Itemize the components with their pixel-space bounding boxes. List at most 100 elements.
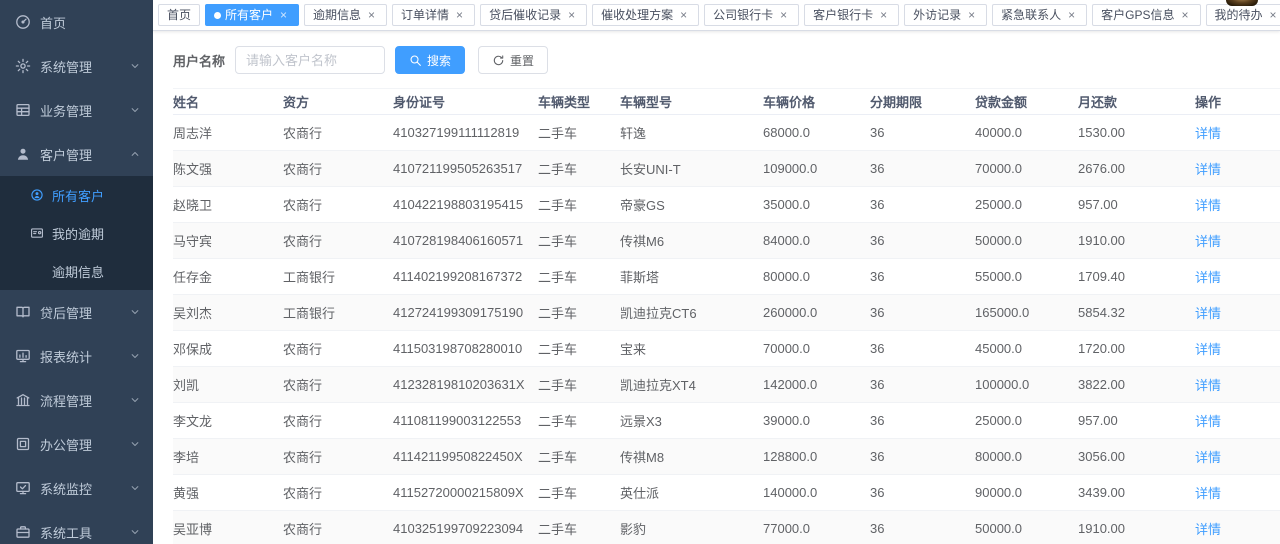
table-cell: 刘凯	[173, 367, 283, 403]
table-cell: 140000.0	[763, 475, 870, 511]
sidebar-item-报表统计[interactable]: 报表统计	[0, 334, 153, 378]
tab-逾期信息[interactable]: 逾期信息×	[304, 4, 387, 26]
detail-link[interactable]: 详情	[1195, 414, 1221, 429]
tab-客户GPS信息[interactable]: 客户GPS信息×	[1092, 4, 1200, 26]
tab-close-icon[interactable]: ×	[1065, 9, 1078, 22]
table-cell: 赵晓卫	[173, 187, 283, 223]
tab-close-icon[interactable]: ×	[965, 9, 978, 22]
detail-link[interactable]: 详情	[1195, 342, 1221, 357]
search-toolbar: 用户名称 搜索 重置	[173, 45, 1260, 75]
sidebar-item-系统管理[interactable]: 系统管理	[0, 44, 153, 88]
table-cell: 陈文强	[173, 151, 283, 187]
tab-close-icon[interactable]: ×	[1179, 9, 1192, 22]
tab-订单详情[interactable]: 订单详情 ×	[392, 4, 475, 26]
table-cell: 109000.0	[763, 151, 870, 187]
column-header-月还款: 月还款	[1078, 89, 1195, 115]
table-cell: 农商行	[283, 115, 393, 151]
tab-公司银行卡[interactable]: 公司银行卡×	[704, 4, 799, 26]
table-cell: 远景X3	[620, 403, 763, 439]
sidebar-item-系统监控[interactable]: 系统监控	[0, 466, 153, 510]
detail-link[interactable]: 详情	[1195, 126, 1221, 141]
sidebar-item-流程管理[interactable]: 流程管理	[0, 378, 153, 422]
tab-所有客户[interactable]: 所有客户×	[205, 4, 299, 26]
sidebar-item-客户管理[interactable]: 客户管理	[0, 132, 153, 176]
table-cell: 帝豪GS	[620, 187, 763, 223]
tab-close-icon[interactable]: ×	[365, 9, 378, 22]
detail-link[interactable]: 详情	[1195, 234, 1221, 249]
tab-close-icon[interactable]: ×	[453, 9, 466, 22]
sidebar-item-办公管理[interactable]: 办公管理	[0, 422, 153, 466]
tab-close-icon[interactable]: ×	[777, 9, 790, 22]
sidebar-item-首页[interactable]: 首页	[0, 0, 153, 44]
detail-link[interactable]: 详情	[1195, 450, 1221, 465]
table-cell: 农商行	[283, 367, 393, 403]
chevron-down-icon	[129, 526, 141, 538]
table-cell: 影豹	[620, 511, 763, 544]
tab-label: 催收处理方案	[601, 9, 673, 21]
dashboard-icon	[15, 14, 31, 30]
table-cell: 100000.0	[975, 367, 1078, 403]
reset-button[interactable]: 重置	[478, 46, 548, 74]
detail-link[interactable]: 详情	[1195, 378, 1221, 393]
detail-link[interactable]: 详情	[1195, 162, 1221, 177]
tab-close-icon[interactable]: ×	[565, 9, 578, 22]
search-input[interactable]	[235, 46, 385, 74]
detail-link[interactable]: 详情	[1195, 198, 1221, 213]
detail-link[interactable]: 详情	[1195, 270, 1221, 285]
users-icon	[30, 188, 44, 202]
tab-贷后催收记录[interactable]: 贷后催收记录×	[480, 4, 587, 26]
tab-客户银行卡[interactable]: 客户银行卡×	[804, 4, 899, 26]
table-cell: 41152720000215809X	[393, 475, 538, 511]
table-cell: 二手车	[538, 187, 620, 223]
chart-icon	[15, 348, 31, 364]
tab-close-icon[interactable]: ×	[877, 9, 890, 22]
tab-label: 订单详情	[401, 9, 449, 21]
customers-table: 姓名资方身份证号车辆类型车辆型号车辆价格分期期限贷款金额月还款操作 周志洋农商行…	[173, 88, 1280, 544]
table-cell: 凯迪拉克XT4	[620, 367, 763, 403]
table-cell: 二手车	[538, 475, 620, 511]
table-cell: 411081199003122553	[393, 403, 538, 439]
tab-close-icon[interactable]: ×	[277, 9, 290, 22]
sidebar-item-label: 报表统计	[40, 347, 129, 366]
table-cell: 410422198803195415	[393, 187, 538, 223]
table-cell: 二手车	[538, 295, 620, 331]
table-cell: 1910.00	[1078, 223, 1195, 259]
table-row: 周志洋农商行410327199111112819二手车轩逸68000.03640…	[173, 115, 1280, 151]
tab-紧急联系人[interactable]: 紧急联系人×	[992, 4, 1087, 26]
sidebar-item-label: 客户管理	[40, 145, 129, 164]
tab-close-icon[interactable]: ×	[1267, 9, 1280, 22]
sidebar-item-业务管理[interactable]: 业务管理	[0, 88, 153, 132]
table-cell: 412724199309175190	[393, 295, 538, 331]
table-cell: 工商银行	[283, 295, 393, 331]
tab-我的待办[interactable]: 我的待办×	[1206, 4, 1280, 26]
sidebar-item-系统工具[interactable]: 系统工具	[0, 510, 153, 544]
sidebar-item-所有客户[interactable]: 所有客户	[0, 176, 153, 214]
table-cell: 农商行	[283, 403, 393, 439]
sidebar-item-贷后管理[interactable]: 贷后管理	[0, 290, 153, 334]
tab-首页[interactable]: 首页	[158, 4, 200, 26]
table-row: 李培农商行41142119950822450X二手车传祺M8128800.036…	[173, 439, 1280, 475]
table-cell: 宝来	[620, 331, 763, 367]
detail-link[interactable]: 详情	[1195, 306, 1221, 321]
tab-close-icon[interactable]: ×	[677, 9, 690, 22]
sidebar-item-我的逾期[interactable]: 我的逾期	[0, 214, 153, 252]
table-cell: 1910.00	[1078, 511, 1195, 544]
office-icon	[15, 436, 31, 452]
sidebar-item-逾期信息[interactable]: 逾期信息	[0, 252, 153, 290]
detail-link[interactable]: 详情	[1195, 522, 1221, 537]
sidebar-item-label: 逾期信息	[52, 262, 141, 281]
table-cell: 70000.0	[975, 151, 1078, 187]
detail-link[interactable]: 详情	[1195, 486, 1221, 501]
table-cell: 410721199505263517	[393, 151, 538, 187]
search-button[interactable]: 搜索	[395, 46, 465, 74]
tab-催收处理方案[interactable]: 催收处理方案 ×	[592, 4, 699, 26]
table-cell: 35000.0	[763, 187, 870, 223]
table-cell-action: 详情	[1195, 403, 1280, 439]
sidebar-item-label: 流程管理	[40, 391, 129, 410]
table-row: 邓保成农商行411503198708280010二手车宝来70000.03645…	[173, 331, 1280, 367]
grid-icon	[15, 102, 31, 118]
table-cell: 二手车	[538, 223, 620, 259]
table-cell: 二手车	[538, 439, 620, 475]
tab-外访记录[interactable]: 外访记录×	[904, 4, 987, 26]
chevron-down-icon	[129, 60, 141, 72]
